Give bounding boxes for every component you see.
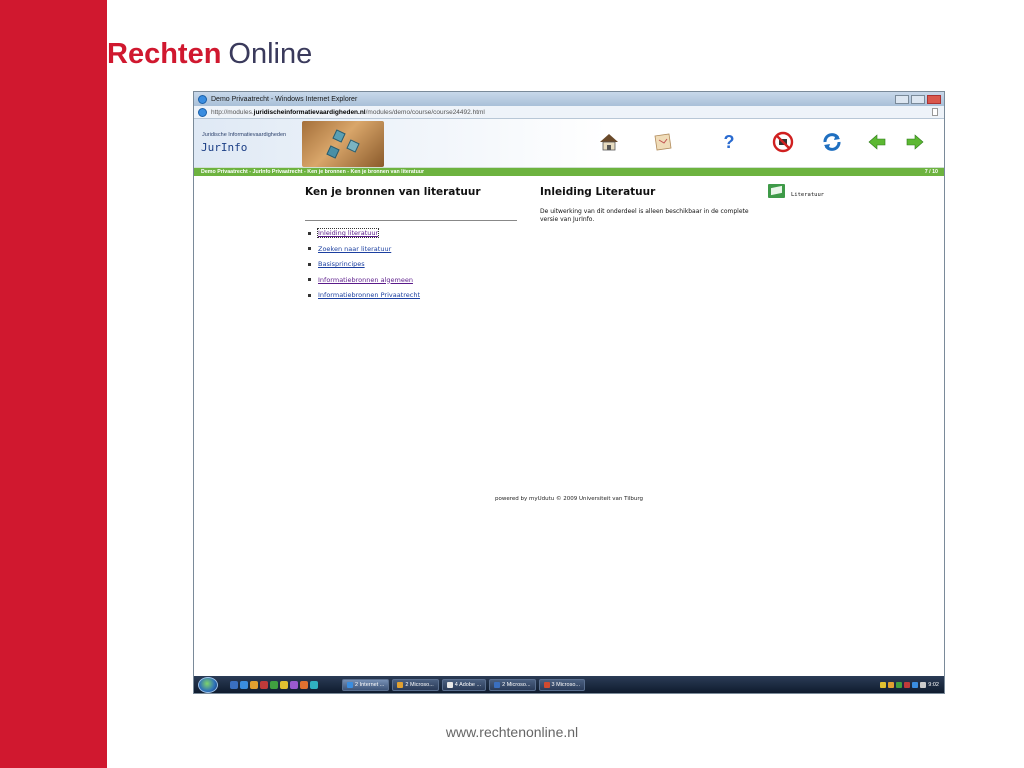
- toc-link-basisprincipes[interactable]: Basisprincipes: [318, 260, 365, 268]
- toc-link-informatiebronnen-privaatrecht[interactable]: Informatiebronnen Privaatrecht: [318, 291, 420, 299]
- url-domain: juridischeinformatievaardigheden.nl: [253, 108, 366, 116]
- clock[interactable]: 9:02: [928, 682, 939, 688]
- task-buttons: 2 Internet ... 2 Microso... 4 Adobe ... …: [342, 678, 585, 691]
- url-path: /modules/demo/course/course24492.html: [365, 108, 485, 116]
- jurinfo-header: Juridische Informatievaardigheden JurInf…: [194, 119, 944, 168]
- url-prefix: http://modules.: [211, 108, 254, 116]
- ie-task-icon: [347, 681, 353, 688]
- logo-word-online: Online: [228, 38, 313, 70]
- page-counter: 7 / 10: [924, 169, 938, 175]
- office-task-icon: [397, 681, 404, 688]
- refresh-icon[interactable]: [821, 131, 843, 153]
- minimize-button[interactable]: [895, 94, 909, 104]
- back-arrow-icon[interactable]: [866, 131, 888, 153]
- tray-icon[interactable]: [880, 681, 887, 688]
- quick-launch: [230, 680, 318, 689]
- ie-quicklaunch-icon[interactable]: [240, 680, 248, 689]
- toc-link-informatiebronnen-algemeen[interactable]: Informatiebronnen algemeen: [318, 276, 413, 284]
- rechten-online-logo: Rechten Online: [93, 38, 312, 70]
- window-titlebar: Demo Privaatrecht - Windows Internet Exp…: [194, 92, 944, 106]
- task-label: 2 Microso...: [502, 681, 531, 688]
- window-title: Demo Privaatrecht - Windows Internet Exp…: [211, 95, 358, 103]
- tray-icon[interactable]: [888, 681, 895, 688]
- network-icon[interactable]: [912, 681, 919, 688]
- red-sidebar-bar: [0, 0, 107, 768]
- powered-by-footer: powered by myUdutu © 2009 Universiteit v…: [494, 496, 644, 502]
- app-icon[interactable]: [280, 680, 288, 689]
- adobe-task-icon: [446, 681, 453, 688]
- windows-taskbar: 2 Internet ... 2 Microso... 4 Adobe ... …: [194, 676, 944, 693]
- literatuur-book-icon: [768, 184, 785, 198]
- toc-link-inleiding[interactable]: Inleiding literatuur: [316, 228, 380, 238]
- toc-item: Zoeken naar literatuur: [305, 245, 517, 253]
- toc-link-zoeken[interactable]: Zoeken naar literatuur: [318, 245, 391, 253]
- section-text: De uitwerking van dit onderdeel is allee…: [540, 208, 749, 223]
- main-column: Inleiding Literatuur De uitwerking van d…: [540, 186, 755, 223]
- tray-icon[interactable]: [896, 681, 903, 688]
- toc-list: Inleiding literatuur Zoeken naar literat…: [305, 228, 517, 299]
- slide: Rechten Online Demo Privaatrecht - Windo…: [0, 0, 1024, 768]
- window-controls: [895, 94, 941, 104]
- address-bar[interactable]: http://modules. juridischeinformatievaard…: [194, 106, 944, 119]
- breadcrumb-path: Demo Privaatrecht - JurInfo Privaatrecht…: [201, 169, 425, 175]
- system-tray: 9:02: [880, 681, 939, 688]
- tray-icon[interactable]: [904, 681, 911, 688]
- task-label: 3 Microso...: [551, 681, 580, 688]
- help-icon[interactable]: ?: [718, 131, 740, 153]
- app-icon[interactable]: [310, 680, 318, 689]
- app-icon[interactable]: [290, 680, 298, 689]
- forward-arrow-icon[interactable]: [904, 131, 926, 153]
- task-internet-explorer[interactable]: 2 Internet ...: [342, 678, 390, 691]
- literatuur-label: Literatuur: [791, 192, 825, 198]
- toc-column: Ken je bronnen van literatuur Inleiding …: [305, 186, 517, 307]
- no-audio-icon[interactable]: [772, 131, 794, 153]
- literatuur-resource[interactable]: Literatuur: [768, 184, 824, 198]
- start-button[interactable]: [198, 676, 218, 693]
- header-title: JurInfo: [201, 141, 248, 154]
- app-icon[interactable]: [270, 680, 278, 689]
- page-document-icon: [932, 108, 938, 116]
- toc-divider: [305, 220, 517, 221]
- task-microsoft-3[interactable]: 3 Microso...: [538, 678, 585, 691]
- internet-explorer-icon: [198, 94, 207, 104]
- toc-title: Ken je bronnen van literatuur: [305, 186, 481, 198]
- task-label: 2 Microso...: [405, 681, 434, 688]
- toc-item: Informatiebronnen Privaatrecht: [305, 291, 517, 299]
- toc-item: Informatiebronnen algemeen: [305, 276, 517, 284]
- toc-item: Inleiding literatuur: [305, 228, 517, 238]
- breadcrumb: Demo Privaatrecht - JurInfo Privaatrecht…: [194, 168, 944, 176]
- section-title: Inleiding Literatuur: [540, 186, 656, 198]
- word-task-icon: [494, 681, 501, 688]
- close-button[interactable]: [927, 94, 941, 104]
- task-microsoft-1[interactable]: 2 Microso...: [392, 678, 439, 691]
- footer-url: www.rechtenonline.nl: [445, 724, 579, 740]
- app-icon[interactable]: [300, 680, 308, 689]
- toc-item: Basisprincipes: [305, 260, 517, 268]
- volume-icon[interactable]: [920, 681, 927, 688]
- task-adobe[interactable]: 4 Adobe ...: [441, 678, 487, 691]
- desktop-icon[interactable]: [230, 680, 238, 689]
- home-icon[interactable]: [598, 131, 620, 153]
- page-favicon-icon: [198, 107, 207, 117]
- map-icon[interactable]: [652, 131, 674, 153]
- browser-window: Demo Privaatrecht - Windows Internet Exp…: [193, 91, 945, 694]
- page-content: Ken je bronnen van literatuur Inleiding …: [194, 176, 944, 672]
- restore-button[interactable]: [911, 94, 925, 104]
- help-glyph: ?: [723, 132, 735, 152]
- header-dice-hand-image: [302, 121, 384, 167]
- task-label: 4 Adobe ...: [454, 681, 482, 688]
- task-microsoft-2[interactable]: 2 Microso...: [489, 678, 536, 691]
- task-label: 2 Internet ...: [355, 681, 385, 688]
- header-subtitle: Juridische Informatievaardigheden: [202, 132, 287, 138]
- logo-lines-icon: [93, 43, 106, 65]
- powerpoint-task-icon: [543, 681, 550, 688]
- explorer-icon[interactable]: [250, 680, 258, 689]
- logo-word-rechten: Rechten: [107, 38, 222, 70]
- app-icon[interactable]: [260, 680, 268, 689]
